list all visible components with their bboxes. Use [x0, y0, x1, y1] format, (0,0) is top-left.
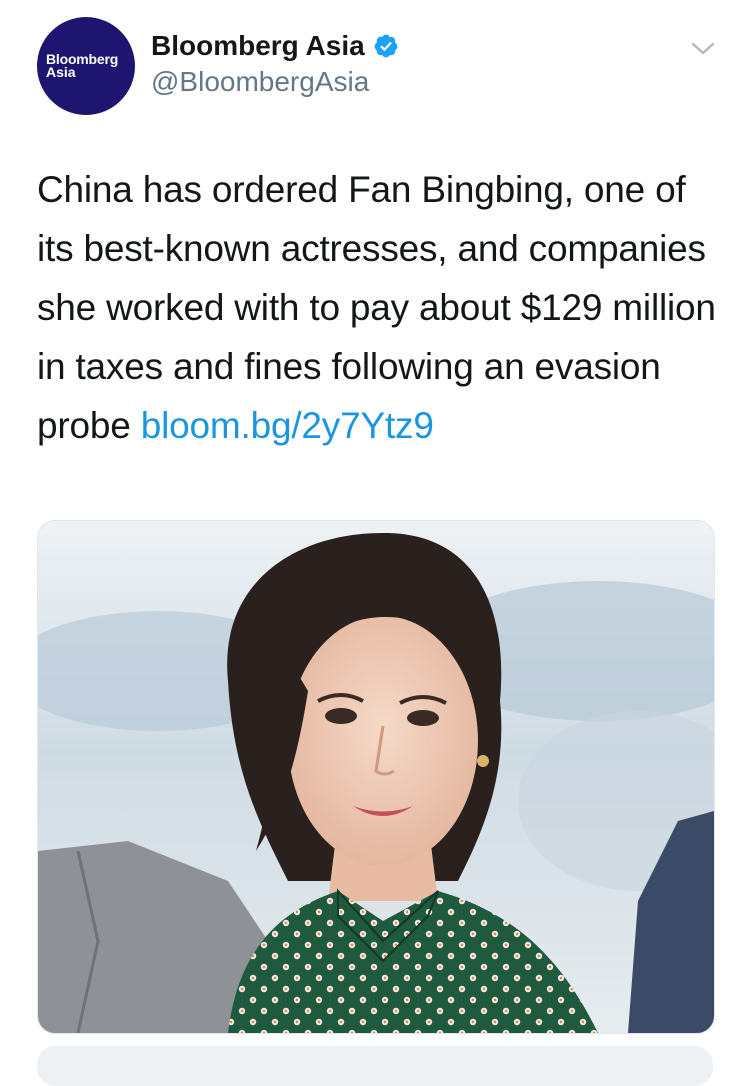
- avatar-line2: Asia: [46, 64, 76, 80]
- display-name[interactable]: Bloomberg Asia: [151, 30, 365, 62]
- chevron-down-icon[interactable]: [690, 40, 716, 58]
- name-row: Bloomberg Asia: [151, 30, 399, 62]
- next-card-edge: [37, 1046, 713, 1086]
- photo-of-actress-icon: [38, 521, 714, 1033]
- tweet-link[interactable]: bloom.bg/2y7Ytz9: [141, 405, 434, 446]
- tweet-text: China has ordered Fan Bingbing, one of i…: [37, 160, 717, 455]
- tweet-photo[interactable]: [37, 520, 715, 1034]
- tweet-header: Bloomberg Asia Bloomberg Asia @Bloomberg…: [0, 0, 750, 130]
- handle[interactable]: @BloombergAsia: [151, 66, 369, 98]
- avatar[interactable]: Bloomberg Asia: [37, 17, 135, 115]
- verified-badge-icon: [374, 34, 398, 58]
